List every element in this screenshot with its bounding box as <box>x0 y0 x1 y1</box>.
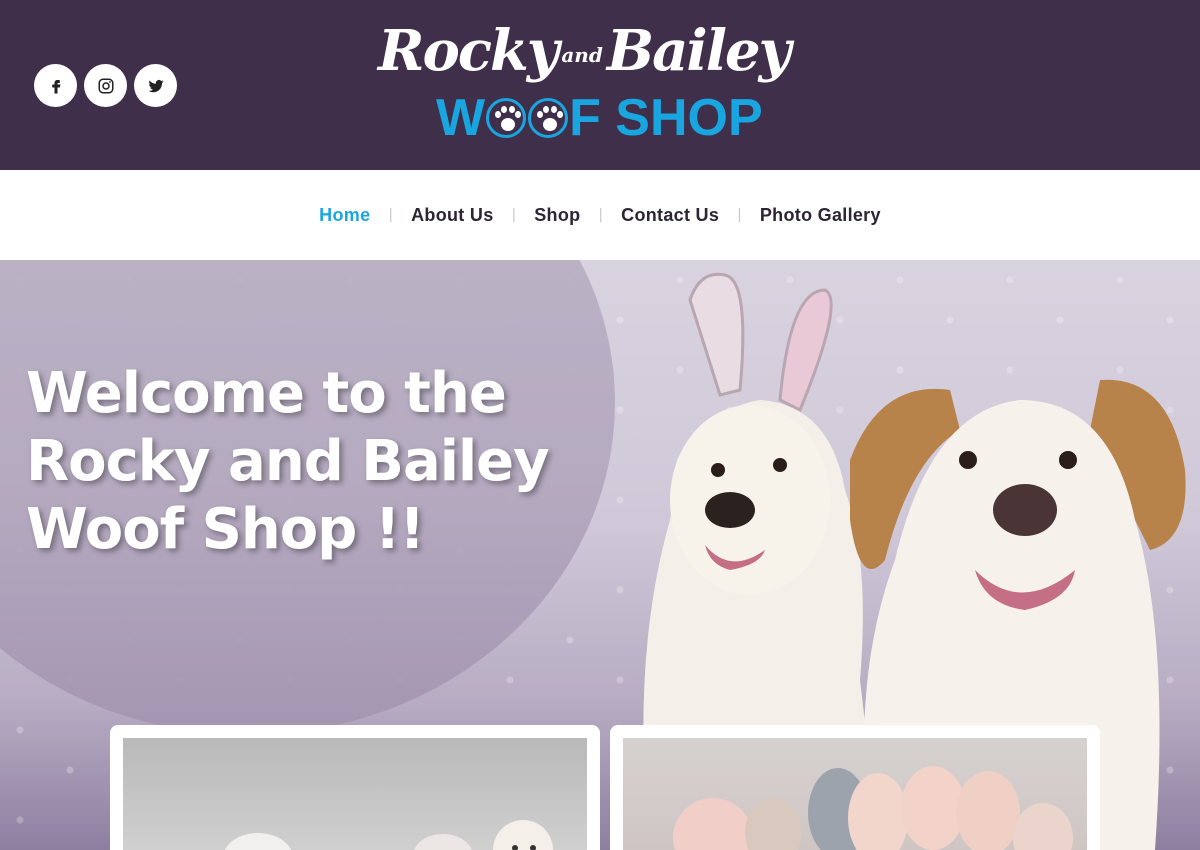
site-header: Rocky andBailey W F SHOP <box>0 0 1200 170</box>
logo-word-rocky: Rocky <box>378 18 559 84</box>
instagram-icon <box>98 78 113 93</box>
facebook-link[interactable] <box>34 64 77 107</box>
instagram-link[interactable] <box>84 64 127 107</box>
nav-separator: | <box>511 207 517 223</box>
product-card[interactable] <box>610 725 1100 850</box>
logo-woof-shop-text: W F SHOP <box>436 88 763 148</box>
site-logo[interactable]: Rocky andBailey W F SHOP <box>378 18 791 148</box>
logo-letter-w: W <box>436 89 486 147</box>
nav-item-photo-gallery[interactable]: Photo Gallery <box>760 205 881 226</box>
logo-word-bailey: Bailey <box>606 18 791 84</box>
plush-bunnies-photo <box>623 738 1087 850</box>
facebook-icon <box>51 79 60 93</box>
logo-word-f-shop: F SHOP <box>569 89 763 147</box>
nav-separator: | <box>598 207 604 223</box>
plush-toys-photo <box>123 738 587 850</box>
social-links <box>34 64 177 107</box>
nav-item-shop[interactable]: Shop <box>534 205 580 226</box>
hero-title: Welcome to the Rocky and Bailey Woof Sho… <box>26 361 550 562</box>
nav-separator: | <box>737 207 742 223</box>
logo-script-text: Rocky andBailey <box>378 18 791 84</box>
twitter-icon <box>148 79 163 92</box>
product-card[interactable] <box>110 725 600 850</box>
nav-item-about-us[interactable]: About Us <box>411 205 493 226</box>
twitter-link[interactable] <box>134 64 177 107</box>
nav-item-home[interactable]: Home <box>319 205 370 226</box>
main-nav: Home | About Us | Shop | Contact Us | Ph… <box>0 170 1200 260</box>
logo-word-and: and <box>561 43 603 68</box>
nav-separator: | <box>388 207 394 223</box>
paw-icon <box>486 98 527 138</box>
paw-icon <box>528 98 569 138</box>
nav-item-contact-us[interactable]: Contact Us <box>621 205 719 226</box>
